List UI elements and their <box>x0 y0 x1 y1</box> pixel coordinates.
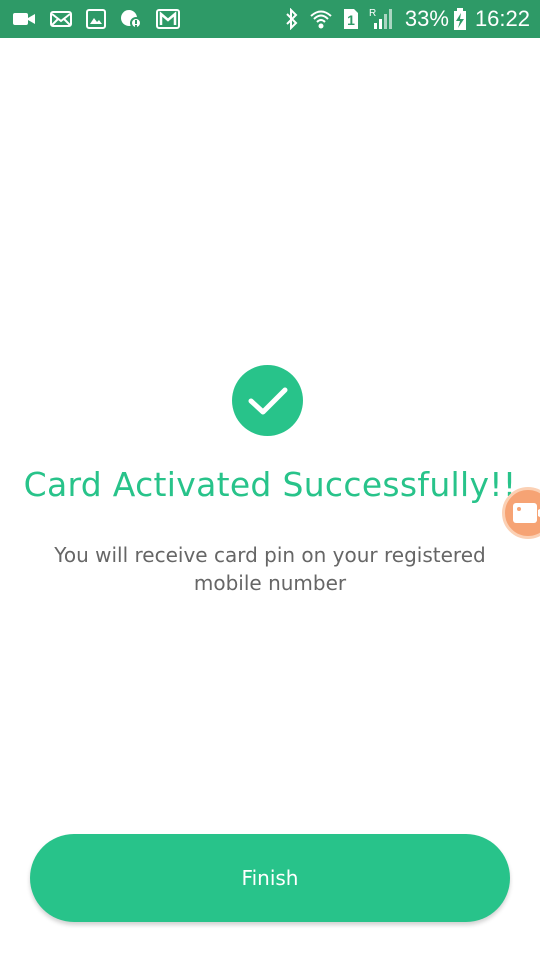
success-message: You will receive card pin on your regist… <box>54 543 486 595</box>
notification-icons <box>12 9 194 29</box>
gallery-icon <box>86 9 106 29</box>
roaming-indicator: R <box>369 8 376 19</box>
success-badge <box>232 365 303 436</box>
battery-charging-icon <box>453 8 467 30</box>
floating-record-button[interactable] <box>502 487 540 539</box>
chat-icon <box>120 9 142 29</box>
video-icon <box>12 10 36 28</box>
system-indicators: 1 R 33% 16:22 <box>275 6 530 32</box>
mail-icon <box>50 10 72 28</box>
sim-slot-label: 1 <box>347 12 355 28</box>
success-title: Card Activated Successfully!! <box>23 465 517 504</box>
finish-button[interactable]: Finish <box>30 834 510 922</box>
gmail-icon <box>156 9 180 29</box>
checkmark-icon <box>248 387 287 414</box>
sim-icon: 1 <box>343 8 359 30</box>
wifi-icon <box>309 8 333 30</box>
status-bar: 1 R 33% 16:22 <box>0 0 540 38</box>
clock: 16:22 <box>474 6 530 31</box>
video-camera-icon <box>513 503 540 523</box>
signal-icon: R <box>369 7 393 31</box>
bluetooth-icon <box>285 8 299 30</box>
battery-percent: 33% <box>404 6 449 31</box>
